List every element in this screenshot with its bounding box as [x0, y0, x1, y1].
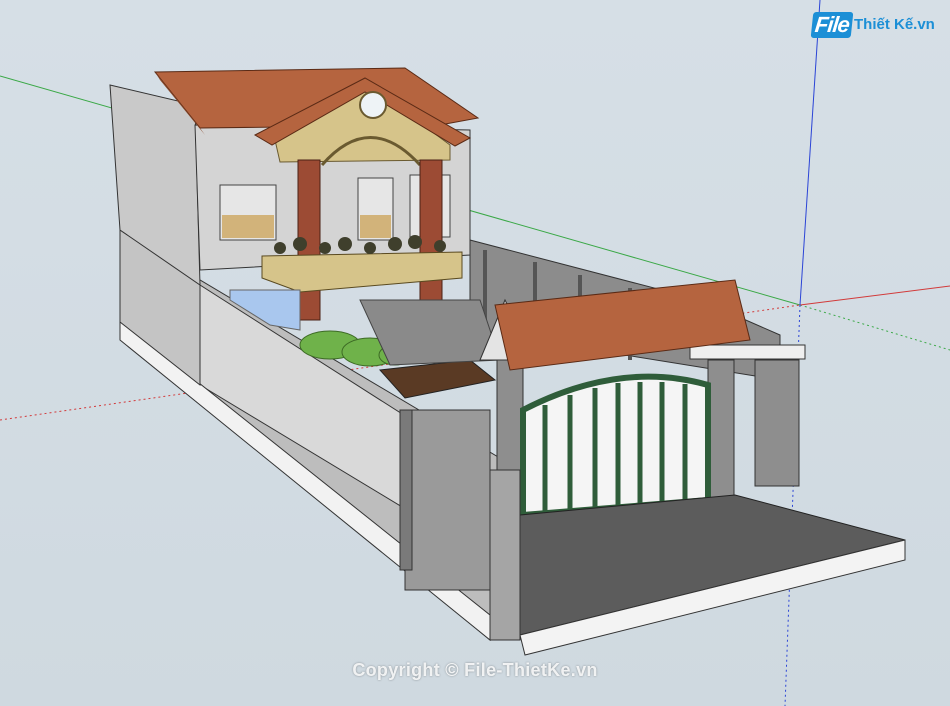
round-window — [359, 91, 387, 119]
window-mid-glass — [360, 215, 391, 238]
wooden-deck — [378, 359, 497, 399]
copyright-watermark: Copyright © File-ThietKe.vn — [352, 660, 598, 680]
fence-pillar-far — [754, 359, 800, 487]
window-left-glass — [222, 215, 274, 238]
gate-pillar-right — [707, 359, 735, 501]
front-wall-side — [399, 409, 413, 571]
left-wall-end — [489, 469, 521, 641]
logo-rest-text: Thiết Kế.vn — [854, 16, 935, 33]
red-axis — [799, 285, 950, 306]
model-viewport[interactable]: File Thiết Kế.vn Copyright © File-ThietK… — [0, 0, 950, 706]
green-axis-dotted — [799, 304, 950, 351]
fence-pillar-cap — [689, 344, 806, 360]
blue-axis — [799, 0, 821, 306]
front-wall-short — [404, 409, 491, 591]
logo-file-text: File — [810, 12, 854, 38]
brand-logo: File Thiết Kế.vn — [810, 10, 935, 42]
house-model-scene[interactable] — [0, 0, 950, 706]
column-right — [419, 159, 443, 311]
